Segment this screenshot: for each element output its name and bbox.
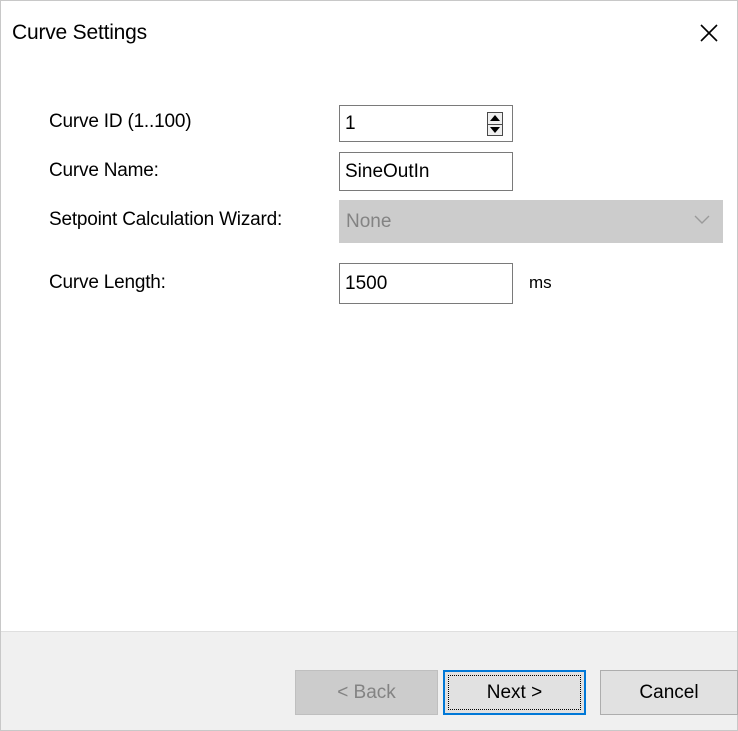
close-button[interactable] [689, 13, 729, 53]
back-button[interactable]: < Back [295, 670, 438, 715]
curve-length-value: 1500 [345, 272, 388, 294]
curve-settings-dialog: Curve Settings Curve ID (1..100) 1 Curve… [0, 0, 738, 731]
curve-length-unit: ms [529, 273, 552, 292]
triangle-up-icon [490, 115, 500, 122]
next-button[interactable]: Next > [443, 670, 586, 715]
curve-length-field[interactable]: 1500 [339, 263, 513, 304]
chevron-down-icon [694, 215, 710, 224]
back-button-label: < Back [337, 681, 396, 703]
spin-down-button[interactable] [488, 123, 502, 136]
curve-id-spinner [487, 112, 503, 136]
wizard-label: Setpoint Calculation Wizard: [49, 209, 283, 230]
curve-length-label: Curve Length: [49, 272, 166, 293]
button-bar: < Back Next > Cancel [1, 632, 738, 730]
close-icon [700, 24, 718, 42]
triangle-down-icon [490, 126, 500, 133]
cancel-button[interactable]: Cancel [600, 670, 738, 715]
wizard-select[interactable]: None [339, 200, 723, 243]
spin-up-button[interactable] [488, 113, 502, 124]
title-bar: Curve Settings [1, 1, 737, 69]
curve-id-label: Curve ID (1..100) [49, 111, 192, 132]
cancel-button-label: Cancel [639, 681, 699, 703]
dialog-title: Curve Settings [12, 21, 147, 44]
dialog-content: Curve ID (1..100) 1 Curve Name: SineOutI… [1, 69, 737, 631]
curve-name-label: Curve Name: [49, 160, 159, 181]
curve-id-spinbox[interactable]: 1 [339, 105, 513, 142]
curve-id-value: 1 [345, 112, 356, 134]
wizard-value: None [346, 210, 392, 232]
curve-name-value: SineOutIn [345, 160, 430, 182]
focus-indicator [448, 675, 581, 710]
curve-name-field[interactable]: SineOutIn [339, 152, 513, 191]
